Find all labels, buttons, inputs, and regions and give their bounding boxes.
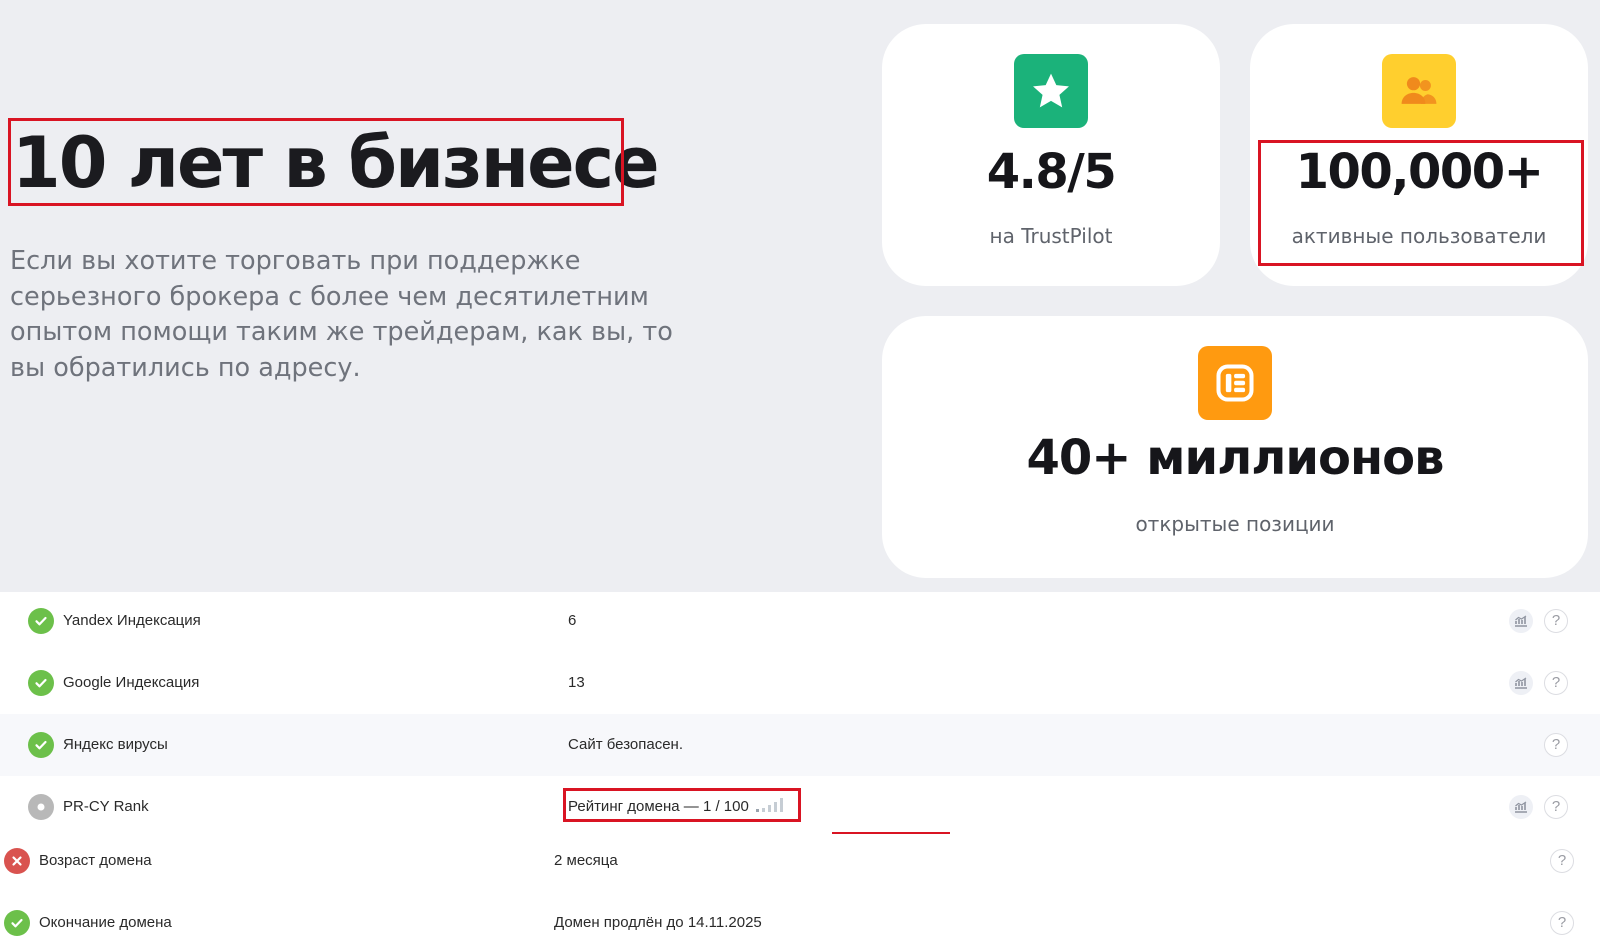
- metric-label: Яндекс вирусы: [63, 736, 168, 753]
- check-icon: [28, 608, 54, 634]
- hero-description: Если вы хотите торговать при поддержке с…: [10, 246, 673, 383]
- help-icon[interactable]: ?: [1544, 671, 1568, 695]
- metric-label: Окончание домена: [39, 914, 172, 931]
- chart-icon[interactable]: [1509, 609, 1533, 633]
- positions-card: 40+ миллионов открытые позиции: [882, 316, 1588, 578]
- positions-label: открытые позиции: [1135, 512, 1335, 536]
- metric-label: Yandex Индексация: [63, 612, 201, 629]
- table-row: Возраст домена 2 месяца ?: [0, 830, 1600, 892]
- rating-label: на TrustPilot: [989, 224, 1113, 248]
- title-highlight-box: [8, 118, 624, 206]
- users-highlight-box: [1258, 140, 1584, 266]
- help-icon[interactable]: ?: [1550, 849, 1574, 873]
- help-icon[interactable]: ?: [1544, 795, 1568, 819]
- table-row: Google Индексация 13 ?: [0, 652, 1600, 714]
- metric-value: 2 месяца: [554, 852, 618, 869]
- rank-highlight-box: [563, 788, 801, 822]
- trustpilot-card: 4.8/5 на TrustPilot: [882, 24, 1220, 286]
- check-icon: [28, 670, 54, 696]
- chart-icon[interactable]: [1509, 671, 1533, 695]
- metric-label: Возраст домена: [39, 852, 152, 869]
- positions-value: 40+ миллионов: [1026, 430, 1444, 486]
- check-icon: [4, 910, 30, 936]
- help-icon[interactable]: ?: [1550, 911, 1574, 935]
- metric-value: 6: [568, 612, 577, 629]
- metric-value: 13: [568, 674, 585, 691]
- help-icon[interactable]: ?: [1544, 733, 1568, 757]
- table-row: Яндекс вирусы Сайт безопасен. ?: [0, 714, 1600, 776]
- metric-label: PR-CY Rank: [63, 798, 149, 815]
- metric-value: Домен продлён до 14.11.2025: [554, 914, 762, 931]
- users-icon: [1382, 54, 1456, 128]
- positions-icon: [1198, 346, 1272, 420]
- metric-label: Google Индексация: [63, 674, 200, 691]
- metric-value: Сайт безопасен.: [568, 736, 684, 753]
- table-row: Окончание домена Домен продлён до 14.11.…: [0, 892, 1600, 952]
- neutral-status-icon: [28, 794, 54, 820]
- chart-icon[interactable]: [1509, 795, 1533, 819]
- error-icon: [4, 848, 30, 874]
- help-icon[interactable]: ?: [1544, 609, 1568, 633]
- star-icon: [1014, 54, 1088, 128]
- table-row: Yandex Индексация 6 ?: [0, 590, 1600, 652]
- check-icon: [28, 732, 54, 758]
- rating-value: 4.8/5: [986, 144, 1117, 200]
- hero-section: 10 лет в бизнесе Если вы хотите торговат…: [0, 0, 1600, 592]
